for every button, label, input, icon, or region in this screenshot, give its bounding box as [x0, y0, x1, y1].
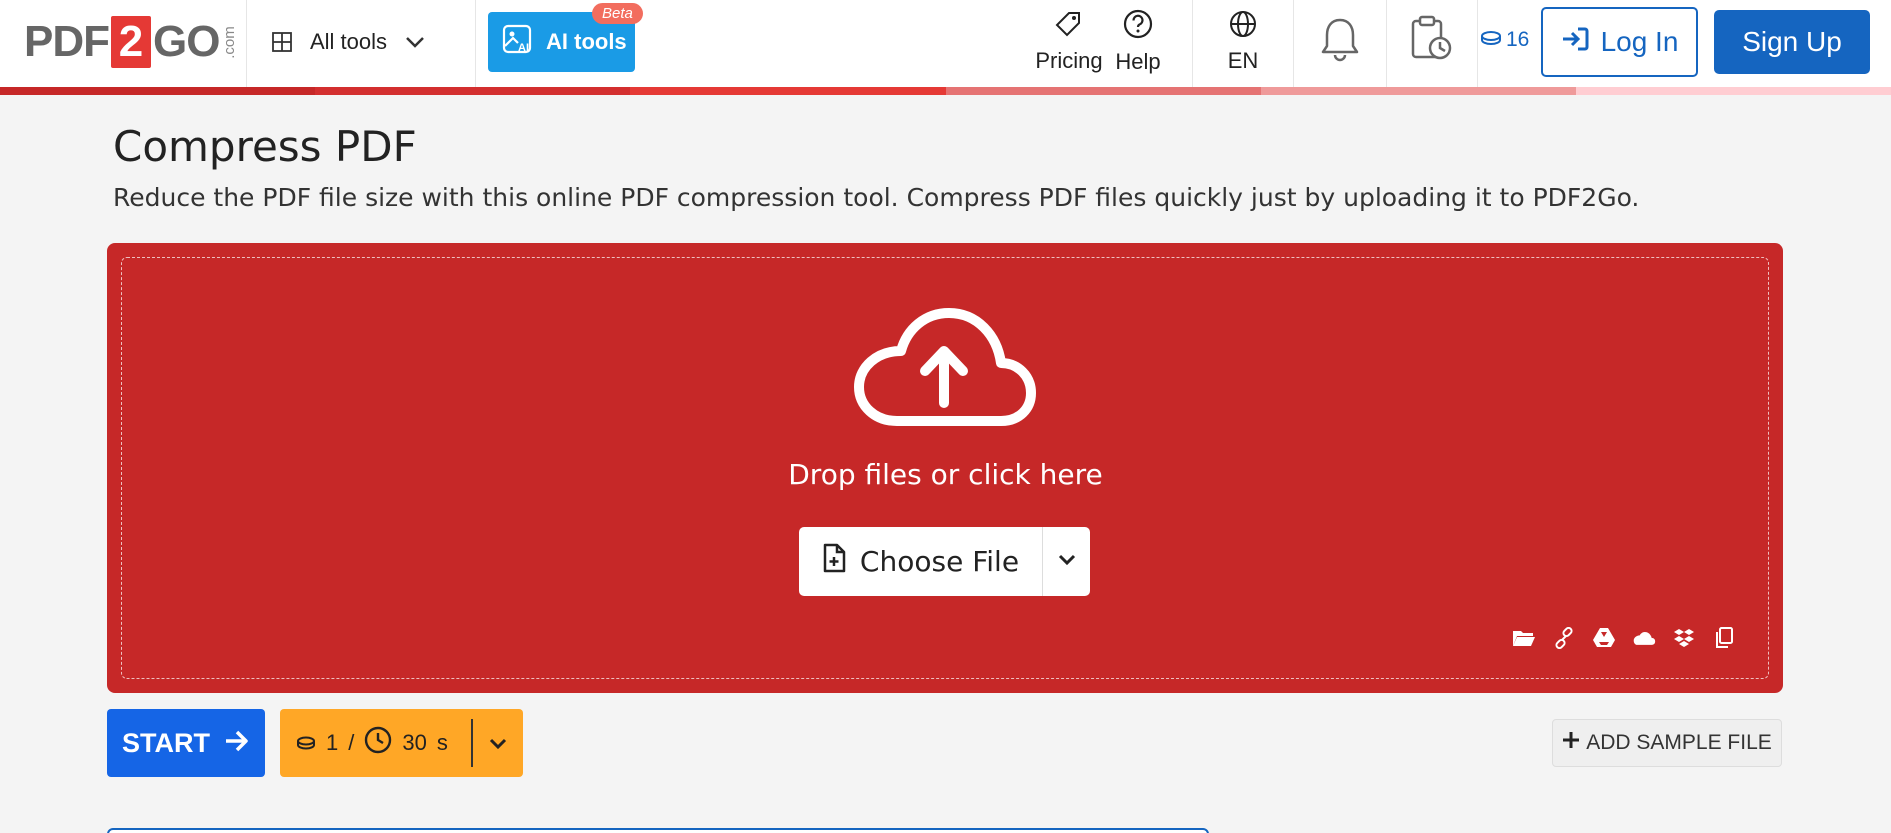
choose-file-label: Choose File [859, 545, 1020, 578]
divider [1477, 0, 1478, 88]
divider [246, 0, 247, 88]
stripe-segment [315, 87, 631, 95]
file-plus-icon [822, 543, 846, 580]
cloud-upload-icon [851, 305, 1037, 434]
clipboard-clock-icon [1409, 15, 1453, 69]
pricing-link[interactable]: Pricing [1034, 10, 1104, 74]
page-title: Compress PDF [113, 122, 417, 171]
cost-time-unit: s [436, 730, 448, 755]
globe-icon [1229, 10, 1257, 44]
plus-icon [1562, 731, 1580, 755]
pricing-label: Pricing [1035, 48, 1103, 73]
add-sample-file-button[interactable]: ADD SAMPLE FILE [1552, 719, 1782, 767]
choose-file-dropdown[interactable] [1043, 527, 1090, 596]
divider [1293, 0, 1294, 88]
dropzone-text: Drop files or click here [788, 458, 1103, 491]
divider [475, 0, 476, 88]
log-in-button[interactable]: Log In [1541, 7, 1698, 77]
bell-icon [1319, 16, 1361, 68]
add-sample-file-label: ADD SAMPLE FILE [1586, 731, 1772, 754]
ai-tools-label: AI tools [546, 29, 627, 54]
stripe-segment [945, 87, 1261, 95]
pdf2go-logo[interactable]: PDF 2 GO .com [24, 12, 246, 72]
clipboard-icon[interactable] [1712, 626, 1736, 650]
start-label: START [122, 727, 210, 758]
settings-card [107, 828, 1209, 833]
cost-options-dropdown[interactable] [473, 730, 523, 756]
history-button[interactable] [1408, 10, 1454, 74]
conversion-cost-box: 1 / 30 s [280, 709, 523, 777]
start-button[interactable]: START [107, 709, 265, 777]
sign-up-button[interactable]: Sign Up [1714, 10, 1870, 74]
chevron-down-icon [489, 730, 507, 756]
chevron-down-icon [1058, 553, 1076, 571]
svg-text:AI: AI [518, 42, 529, 54]
all-tools-menu[interactable]: All tools [272, 18, 425, 66]
all-tools-label: All tools [310, 29, 388, 54]
onedrive-icon[interactable] [1632, 626, 1656, 650]
clock-icon [364, 726, 392, 760]
grid-icon [272, 32, 292, 52]
stripe-segment [0, 87, 316, 95]
divider [1192, 0, 1193, 88]
choose-file-group: Choose File [799, 527, 1090, 596]
help-link[interactable]: Help [1112, 9, 1164, 74]
beta-badge: Beta [592, 3, 643, 24]
header-color-stripe [0, 87, 1891, 95]
cost-separator: / [348, 730, 355, 755]
stripe-segment [1575, 87, 1891, 95]
sign-in-icon [1561, 26, 1589, 59]
language-label: EN [1227, 48, 1259, 73]
question-circle-icon [1123, 9, 1153, 45]
language-selector[interactable]: EN [1222, 10, 1264, 74]
ai-tools-button[interactable]: AI AI tools Beta [488, 3, 643, 72]
coins-icon [1480, 28, 1502, 52]
folder-icon[interactable] [1512, 626, 1536, 650]
google-drive-icon[interactable] [1592, 626, 1616, 650]
arrow-right-icon [224, 728, 250, 759]
credits-counter[interactable]: 16 [1480, 28, 1529, 52]
credits-count: 16 [1506, 28, 1530, 51]
chevron-down-icon [405, 35, 425, 49]
price-tag-icon [1055, 10, 1083, 44]
sign-up-label: Sign Up [1742, 26, 1842, 57]
divider [1386, 0, 1387, 88]
log-in-label: Log In [1600, 26, 1679, 57]
page-description: Reduce the PDF file size with this onlin… [113, 183, 1640, 212]
cost-info: 1 / 30 s [280, 719, 473, 767]
cost-credits: 1 [326, 730, 339, 755]
ai-image-icon: AI [502, 24, 532, 60]
link-icon[interactable] [1552, 626, 1576, 650]
notifications-button[interactable] [1318, 10, 1362, 74]
dropbox-icon[interactable] [1672, 626, 1696, 650]
choose-file-button[interactable]: Choose File [799, 527, 1043, 596]
top-navbar: PDF 2 GO .com All tools AI AI tools Beta… [0, 0, 1891, 95]
stripe-segment [630, 87, 946, 95]
cost-time: 30 [402, 730, 427, 755]
upload-source-icons [1512, 626, 1736, 650]
help-label: Help [1115, 49, 1161, 74]
stripe-segment [1260, 87, 1576, 95]
coins-icon [296, 730, 316, 756]
